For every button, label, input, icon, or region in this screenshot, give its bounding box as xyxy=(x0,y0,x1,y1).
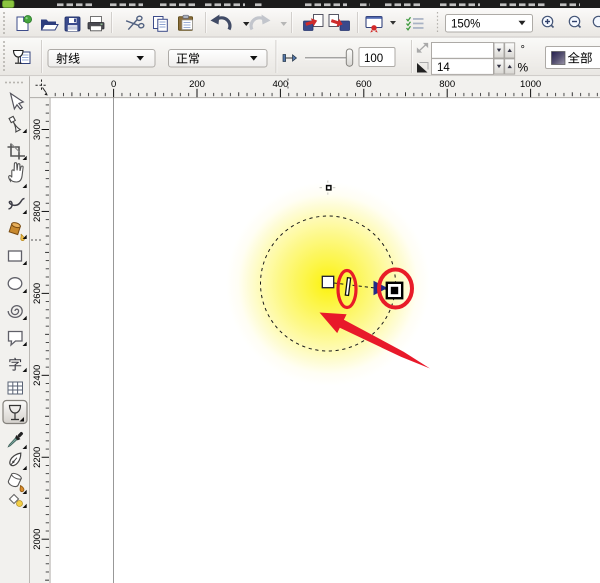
svg-text:1000: 1000 xyxy=(520,79,541,90)
svg-text:2400: 2400 xyxy=(32,365,43,386)
svg-text:100: 100 xyxy=(364,53,383,65)
svg-text:14: 14 xyxy=(437,62,450,74)
svg-text:400: 400 xyxy=(272,79,288,90)
svg-text:2200: 2200 xyxy=(32,447,43,468)
svg-text:150%: 150% xyxy=(451,18,480,30)
svg-text:%: % xyxy=(518,61,529,75)
svg-text:200: 200 xyxy=(189,79,205,90)
svg-text:3000: 3000 xyxy=(32,119,43,140)
svg-text:600: 600 xyxy=(356,79,372,90)
svg-text:°: ° xyxy=(521,44,525,56)
svg-text:0: 0 xyxy=(111,79,116,90)
svg-text:800: 800 xyxy=(439,79,455,90)
svg-text:2600: 2600 xyxy=(32,283,43,304)
svg-text:2000: 2000 xyxy=(32,529,43,550)
svg-text:2800: 2800 xyxy=(32,201,43,222)
